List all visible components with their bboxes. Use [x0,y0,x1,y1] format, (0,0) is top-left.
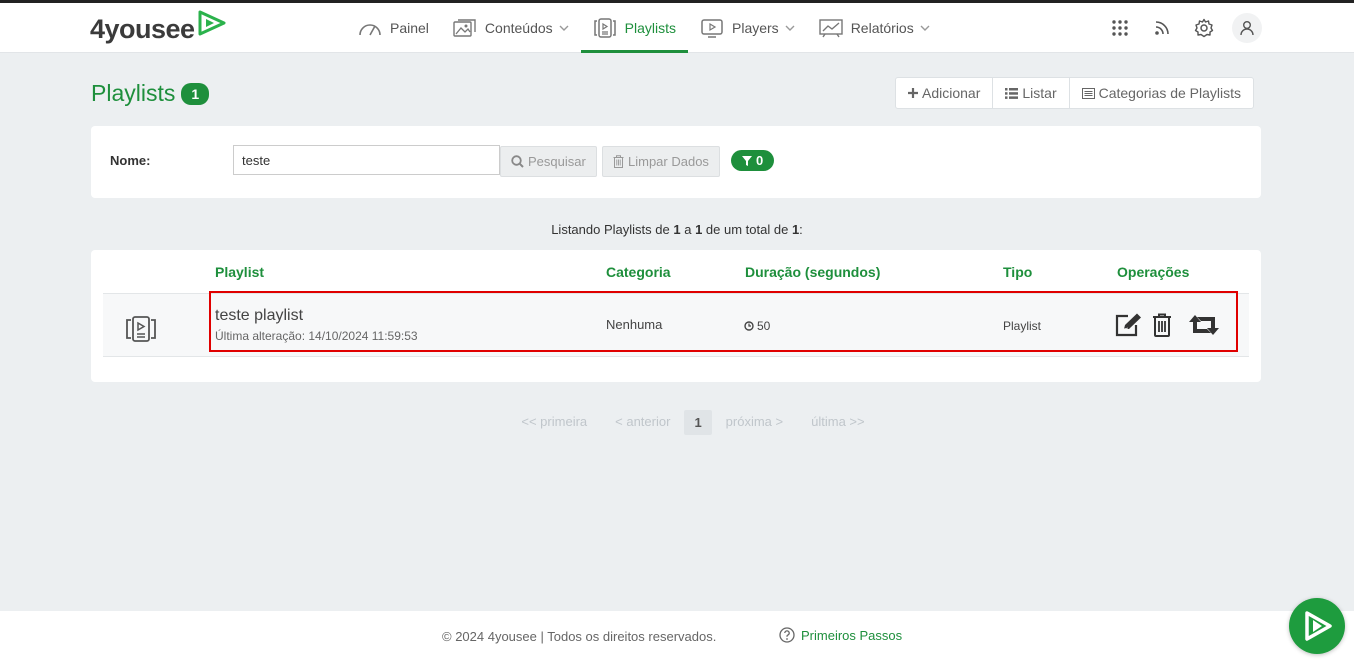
brand-logo[interactable]: 4yousee [90,10,227,45]
column-header-duracao[interactable]: Duração (segundos) [745,264,880,280]
chevron-down-icon [920,25,930,31]
footer-copyright: © 2024 4yousee | Todos os direitos reser… [442,629,717,644]
playlist-icon [593,18,617,38]
plus-icon [908,88,918,98]
name-search-input[interactable] [233,145,500,175]
table-row[interactable]: teste playlist Última alteração: 14/10/2… [103,293,1249,357]
nav-players-label: Players [732,20,779,36]
list-button[interactable]: Listar [993,78,1070,108]
listing-suffix: : [799,222,803,237]
column-header-playlist[interactable]: Playlist [215,264,264,280]
playlist-name[interactable]: teste playlist [215,307,303,325]
first-steps-link[interactable]: Primeiros Passos [779,627,902,643]
playlist-updated: Última alteração: 14/10/2024 11:59:53 [215,329,418,343]
nav-playlists[interactable]: Playlists [580,3,689,53]
clear-button-label: Limpar Dados [628,154,709,169]
playlist-category: Nenhuma [606,317,663,332]
categories-icon [1081,87,1095,99]
images-icon [453,18,477,38]
page-first[interactable]: << primeira [507,410,601,435]
gear-icon[interactable] [1190,14,1218,42]
page-next[interactable]: próxima > [712,410,797,435]
column-header-tipo[interactable]: Tipo [1003,264,1032,280]
question-circle-icon [779,627,795,643]
nav-painel[interactable]: Painel [346,3,441,53]
name-field-label: Nome: [110,153,151,168]
search-icon [511,155,524,168]
duplicate-icon[interactable] [1187,313,1221,337]
playlist-icon [125,316,157,347]
pagination: << primeira < anterior 1 próxima > últim… [0,410,1354,435]
brand-play-icon [197,10,227,41]
main-nav: Painel Conteúdos Playlists Players Relat… [346,3,942,53]
page-title: Playlists 1 [91,80,210,107]
categories-button[interactable]: Categorias de Playlists [1070,78,1253,108]
listing-summary: Listando Playlists de 1 a 1 de um total … [0,222,1354,237]
nav-relatorios[interactable]: Relatórios [807,3,942,53]
chevron-down-icon [785,25,795,31]
apps-grid-icon[interactable] [1106,14,1134,42]
user-icon[interactable] [1232,13,1262,43]
clock-icon [744,321,754,331]
filter-icon [742,155,752,166]
playlist-type: Playlist [1003,319,1042,333]
column-header-operacoes: Operações [1117,264,1190,280]
listing-to: 1 [695,222,703,237]
page-current[interactable]: 1 [684,410,712,435]
column-header-categoria[interactable]: Categoria [606,264,671,280]
top-header: 4yousee Painel Conteúdos Playlists Playe… [0,3,1354,53]
header-actions [1092,3,1262,53]
add-button[interactable]: Adicionar [896,78,994,108]
nav-playlists-label: Playlists [624,20,676,36]
filter-count-badge[interactable]: 0 [731,150,775,171]
listing-prefix: Listando Playlists de [551,222,670,237]
gauge-icon [358,19,382,37]
playlist-duration-value: 50 [757,319,771,333]
page-prev[interactable]: < anterior [601,410,684,435]
chevron-down-icon [559,25,569,31]
nav-conteudos[interactable]: Conteúdos [441,3,581,53]
page-title-text: Playlists [91,80,176,106]
player-screen-icon [700,18,724,38]
categories-button-label: Categorias de Playlists [1098,85,1242,101]
list-icon [1005,87,1019,99]
delete-icon[interactable] [1152,313,1172,337]
edit-icon[interactable] [1114,313,1142,337]
filter-count: 0 [756,153,764,168]
listing-total-text: de um total de [705,222,789,237]
help-play-button[interactable] [1289,598,1345,654]
list-button-label: Listar [1022,85,1057,101]
rss-icon[interactable] [1148,14,1176,42]
search-button-label: Pesquisar [528,154,586,169]
page-actions: Adicionar Listar Categorias de Playlists [895,77,1255,109]
search-panel: Nome: Pesquisar Limpar Dados 0 [91,126,1261,198]
first-steps-label: Primeiros Passos [801,627,903,643]
add-button-label: Adicionar [922,85,981,101]
trash-icon [613,155,624,168]
listing-a: a [684,222,692,237]
nav-relatorios-label: Relatórios [850,20,914,36]
nav-players[interactable]: Players [688,3,807,53]
footer: © 2024 4yousee | Todos os direitos reser… [0,611,1354,663]
page-last[interactable]: última >> [797,410,878,435]
nav-painel-label: Painel [390,20,429,36]
nav-conteudos-label: Conteúdos [484,20,553,36]
chart-icon [818,18,843,38]
search-button[interactable]: Pesquisar [500,146,597,177]
brand-name: 4yousee [90,14,195,44]
listing-from: 1 [673,222,681,237]
playlists-table: Playlist Categoria Duração (segundos) Ti… [91,250,1261,382]
play-icon [1300,609,1334,643]
clear-button[interactable]: Limpar Dados [602,146,720,177]
playlist-duration: 50 [744,319,770,333]
playlist-count-badge: 1 [181,82,210,105]
